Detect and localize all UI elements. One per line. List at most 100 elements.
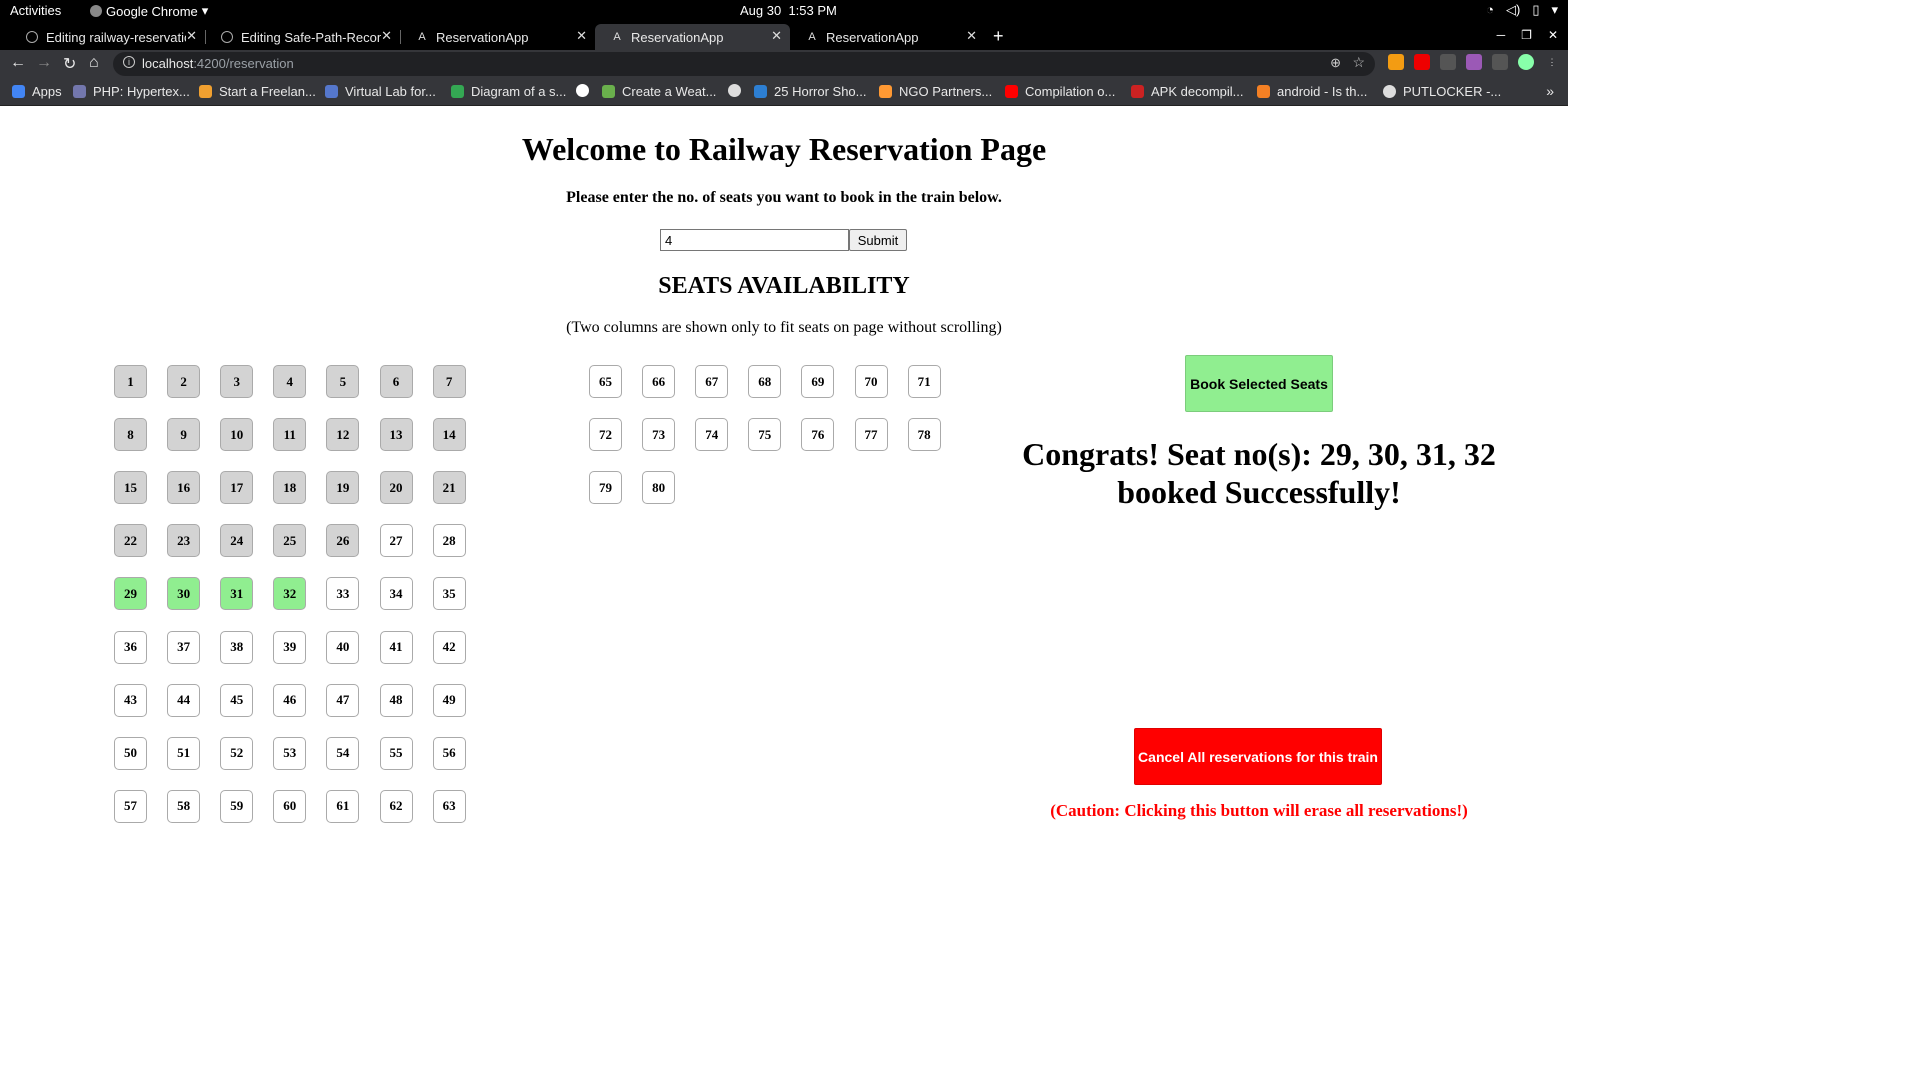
seat-34[interactable]: 34 (379, 577, 413, 611)
maximize-icon[interactable]: ❐ (1521, 28, 1532, 42)
seat-73[interactable]: 73 (642, 418, 676, 452)
seat-80[interactable]: 80 (642, 471, 676, 505)
seat-62[interactable]: 62 (379, 789, 413, 823)
new-tab-button[interactable]: + (993, 26, 1004, 47)
seat-38[interactable]: 38 (220, 630, 254, 664)
seat-14[interactable]: 14 (432, 418, 466, 452)
home-icon[interactable]: ⌂ (89, 54, 99, 72)
seat-69[interactable]: 69 (801, 365, 835, 398)
seat-22[interactable]: 22 (114, 524, 147, 558)
seat-46[interactable]: 46 (273, 683, 307, 717)
seat-count-input[interactable] (660, 229, 849, 251)
close-tab-icon[interactable]: ✕ (966, 28, 977, 44)
seat-37[interactable]: 37 (167, 630, 201, 664)
honey-extension-icon[interactable] (1388, 54, 1404, 70)
seat-35[interactable]: 35 (432, 577, 466, 611)
adblock-extension-icon[interactable] (1414, 54, 1430, 70)
forward-arrow-icon[interactable]: → (36, 54, 52, 72)
seat-44[interactable]: 44 (167, 683, 201, 717)
seat-27[interactable]: 27 (379, 524, 413, 558)
seat-12[interactable]: 12 (326, 418, 360, 452)
seat-75[interactable]: 75 (748, 418, 782, 452)
app-menu[interactable]: Google Chrome ▾ (90, 3, 208, 19)
seat-1[interactable]: 1 (114, 365, 147, 398)
tab-4[interactable]: A ReservationApp ✕ (790, 24, 985, 50)
bookmark-item[interactable]: Create a Weat... (602, 84, 716, 99)
seat-28[interactable]: 28 (432, 524, 466, 558)
seat-15[interactable]: 15 (114, 471, 147, 505)
extensions-puzzle-icon[interactable] (1492, 54, 1508, 70)
bookmark-item[interactable]: Virtual Lab for... (325, 84, 436, 99)
bookmark-globe[interactable] (728, 84, 748, 97)
close-tab-icon[interactable]: ✕ (771, 28, 782, 44)
zoom-icon[interactable]: ⊕ (1330, 55, 1341, 71)
seat-17[interactable]: 17 (220, 471, 254, 505)
bookmark-item[interactable]: 25 Horror Sho... (754, 84, 867, 99)
seat-18[interactable]: 18 (273, 471, 307, 505)
seat-42[interactable]: 42 (432, 630, 466, 664)
seat-77[interactable]: 77 (854, 418, 888, 452)
seat-23[interactable]: 23 (167, 524, 201, 558)
seat-70[interactable]: 70 (854, 365, 888, 398)
color-extension-icon[interactable] (1466, 54, 1482, 70)
seat-4[interactable]: 4 (273, 365, 307, 398)
bookmark-item[interactable]: Start a Freelan... (199, 84, 316, 99)
seat-41[interactable]: 41 (379, 630, 413, 664)
seat-3[interactable]: 3 (220, 365, 254, 398)
seat-29[interactable]: 29 (114, 577, 147, 611)
seat-11[interactable]: 11 (273, 418, 307, 452)
seat-39[interactable]: 39 (273, 630, 307, 664)
close-tab-icon[interactable]: ✕ (381, 28, 392, 44)
seat-78[interactable]: 78 (907, 418, 941, 452)
bookmark-apps[interactable]: Apps (12, 84, 62, 99)
bookmark-item[interactable]: PUTLOCKER -... (1383, 84, 1501, 99)
seat-49[interactable]: 49 (432, 683, 466, 717)
seat-52[interactable]: 52 (220, 736, 254, 770)
bookmark-item[interactable]: NGO Partners... (879, 84, 992, 99)
activities-button[interactable]: Activities (10, 3, 61, 18)
seat-50[interactable]: 50 (114, 736, 147, 770)
seat-33[interactable]: 33 (326, 577, 360, 611)
seat-32[interactable]: 32 (273, 577, 307, 611)
more-bookmarks-icon[interactable]: » (1546, 83, 1554, 99)
seat-57[interactable]: 57 (114, 789, 147, 823)
seat-24[interactable]: 24 (220, 524, 254, 558)
bookmark-google[interactable] (576, 84, 596, 97)
seat-40[interactable]: 40 (326, 630, 360, 664)
seat-61[interactable]: 61 (326, 789, 360, 823)
tab-3-active[interactable]: A ReservationApp ✕ (595, 24, 790, 50)
seat-8[interactable]: 8 (114, 418, 147, 452)
bookmark-item[interactable]: PHP: Hypertex... (73, 84, 190, 99)
react-devtools-icon[interactable] (1440, 54, 1456, 70)
seat-54[interactable]: 54 (326, 736, 360, 770)
back-arrow-icon[interactable]: ← (10, 54, 26, 72)
seat-66[interactable]: 66 (642, 365, 676, 398)
seat-51[interactable]: 51 (167, 736, 201, 770)
seat-30[interactable]: 30 (167, 577, 201, 611)
seat-48[interactable]: 48 (379, 683, 413, 717)
seat-10[interactable]: 10 (220, 418, 254, 452)
seat-53[interactable]: 53 (273, 736, 307, 770)
seat-60[interactable]: 60 (273, 789, 307, 823)
tab-1[interactable]: Editing Safe-Path-Recomm ✕ (205, 24, 401, 50)
seat-74[interactable]: 74 (695, 418, 729, 452)
seat-55[interactable]: 55 (379, 736, 413, 770)
profile-avatar[interactable] (1518, 54, 1534, 70)
seat-68[interactable]: 68 (748, 365, 782, 398)
bookmark-star-icon[interactable]: ☆ (1352, 54, 1365, 71)
seat-45[interactable]: 45 (220, 683, 254, 717)
submit-button[interactable]: Submit (849, 229, 907, 251)
seat-19[interactable]: 19 (326, 471, 360, 505)
site-info-icon[interactable]: i (123, 56, 135, 68)
seat-6[interactable]: 6 (379, 365, 413, 398)
book-selected-seats-button[interactable]: Book Selected Seats (1185, 355, 1333, 412)
seat-21[interactable]: 21 (432, 471, 466, 505)
seat-76[interactable]: 76 (801, 418, 835, 452)
seat-31[interactable]: 31 (220, 577, 254, 611)
seat-58[interactable]: 58 (167, 789, 201, 823)
kebab-menu-icon[interactable]: ⋮ (1544, 54, 1560, 70)
seat-36[interactable]: 36 (114, 630, 147, 664)
seat-25[interactable]: 25 (273, 524, 307, 558)
bookmark-item[interactable]: APK decompil... (1131, 84, 1244, 99)
seat-7[interactable]: 7 (432, 365, 466, 398)
